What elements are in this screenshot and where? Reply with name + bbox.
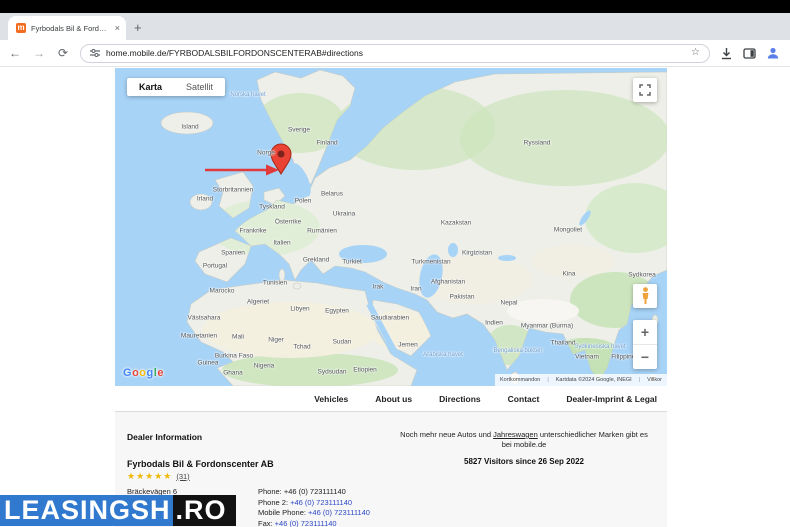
phone-label: Mobile Phone:	[258, 508, 308, 517]
phone-number[interactable]: +46 (0) 723111140	[308, 508, 370, 517]
reload-icon[interactable]: ⟳	[56, 46, 70, 60]
pegman-control[interactable]	[633, 284, 657, 308]
dealer-phone-list: Phone: +46 (0) 723111140Phone 2: +46 (0)…	[258, 487, 370, 527]
phone-label: Phone 2:	[258, 498, 290, 507]
dealer-page-nav: Vehicles About us Directions Contact Dealer-…	[115, 386, 667, 412]
fullscreen-icon	[639, 84, 651, 96]
terms-link[interactable]: Villkor	[647, 377, 662, 383]
google-logo-letter: o	[139, 367, 146, 379]
nav-link-contact[interactable]: Contact	[508, 394, 540, 404]
browser-window: m Fyrbodals Bil & Fordonscente × + ← → ⟳…	[0, 0, 790, 527]
zoom-in-button[interactable]: +	[633, 320, 657, 345]
google-logo: Google	[123, 367, 164, 379]
map-type-karta-button[interactable]: Karta	[127, 78, 174, 96]
phone-label: Fax:	[258, 519, 275, 527]
tab-strip: m Fyrbodals Bil & Fordonscente × +	[0, 13, 790, 40]
google-logo-letter: G	[123, 367, 132, 379]
nav-link-about-us[interactable]: About us	[375, 394, 412, 404]
map-attribution: Kortkommandon | Kartdata ©2024 Google, I…	[495, 374, 667, 386]
forward-icon[interactable]: →	[32, 46, 46, 60]
phone-number[interactable]: +46 (0) 723111140	[290, 498, 352, 507]
phone-row: Phone: +46 (0) 723111140	[258, 487, 370, 498]
watermark-part2: .RO	[173, 495, 236, 526]
review-count-link[interactable]: (31)	[176, 472, 189, 481]
back-icon[interactable]: ←	[8, 46, 22, 60]
bookmark-star-icon[interactable]: ☆	[691, 48, 700, 58]
nav-link-directions[interactable]: Directions	[439, 394, 481, 404]
tune-icon	[90, 48, 100, 58]
pegman-icon	[640, 287, 651, 305]
nav-link-dealer-imprint-legal[interactable]: Dealer-Imprint & Legal	[566, 394, 657, 404]
dealer-name: Fyrbodals Bil & Fordonscenter AB	[127, 459, 274, 469]
url-text[interactable]: home.mobile.de/FYRBODALSBILFORDONSCENTER…	[106, 48, 685, 58]
tab-title: Fyrbodals Bil & Fordonscente	[31, 24, 110, 33]
phone-number[interactable]: +46 (0) 723111140	[275, 519, 337, 527]
dealer-info-heading: Dealer Information	[127, 432, 202, 442]
star-icons: ★★★★★	[127, 471, 172, 481]
address-bar[interactable]: home.mobile.de/FYRBODALSBILFORDONSCENTER…	[80, 44, 710, 63]
new-tab-button[interactable]: +	[134, 19, 142, 37]
phone-row: Fax: +46 (0) 723111140	[258, 519, 370, 527]
attribution-separator: |	[547, 377, 548, 383]
fullscreen-button[interactable]	[633, 78, 657, 102]
dealer-rating-stars: ★★★★★ (31)	[127, 471, 190, 482]
window-top-bar	[0, 0, 790, 13]
map-type-satellit-button[interactable]: Satellit	[174, 78, 225, 96]
browser-toolbar: ← → ⟳ home.mobile.de/FYRBODALSBILFORDONS…	[0, 40, 790, 67]
map-canvas[interactable]: Norska havetIslandSverigeNorgeFinlandRys…	[115, 68, 667, 386]
phone-row: Phone 2: +46 (0) 723111140	[258, 498, 370, 509]
page-content: Norska havetIslandSverigeNorgeFinlandRys…	[115, 68, 667, 527]
jahreswagen-link[interactable]: Jahreswagen	[493, 430, 538, 439]
phone-number: +46 (0) 723111140	[284, 487, 346, 496]
map-graphic	[115, 68, 667, 386]
google-logo-letter: e	[157, 367, 164, 379]
tab-close-icon[interactable]: ×	[115, 23, 120, 33]
phone-label: Phone:	[258, 487, 284, 496]
leasingsh-watermark: LEASINGSH .RO	[0, 495, 236, 526]
map-type-switcher: Karta Satellit	[127, 78, 225, 96]
google-logo-letter: g	[147, 367, 154, 379]
browser-tab[interactable]: m Fyrbodals Bil & Fordonscente ×	[8, 16, 126, 40]
watermark-part1: LEASINGSH	[0, 495, 173, 526]
zoom-control: + −	[633, 320, 657, 369]
profile-avatar-icon[interactable]	[766, 46, 780, 60]
attribution-separator: |	[639, 377, 640, 383]
promo-pre: Noch mehr neue Autos und	[400, 430, 493, 439]
zoom-out-button[interactable]: −	[633, 345, 657, 369]
nav-link-vehicles[interactable]: Vehicles	[314, 394, 348, 404]
keyboard-shortcuts-link[interactable]: Kortkommandon	[500, 377, 540, 383]
mobile-de-favicon: m	[16, 23, 26, 33]
visitors-counter: 5827 Visitors since 26 Sep 2022	[400, 457, 648, 466]
download-icon[interactable]	[720, 47, 733, 60]
side-panel-icon[interactable]	[743, 47, 756, 60]
promo-text: Noch mehr neue Autos und Jahreswagen unt…	[400, 430, 648, 450]
toolbar-actions: ⋮	[720, 46, 790, 60]
phone-row: Mobile Phone: +46 (0) 723111140	[258, 508, 370, 519]
map-data-credit: Kartdata ©2024 Google, INEGI	[556, 377, 632, 383]
